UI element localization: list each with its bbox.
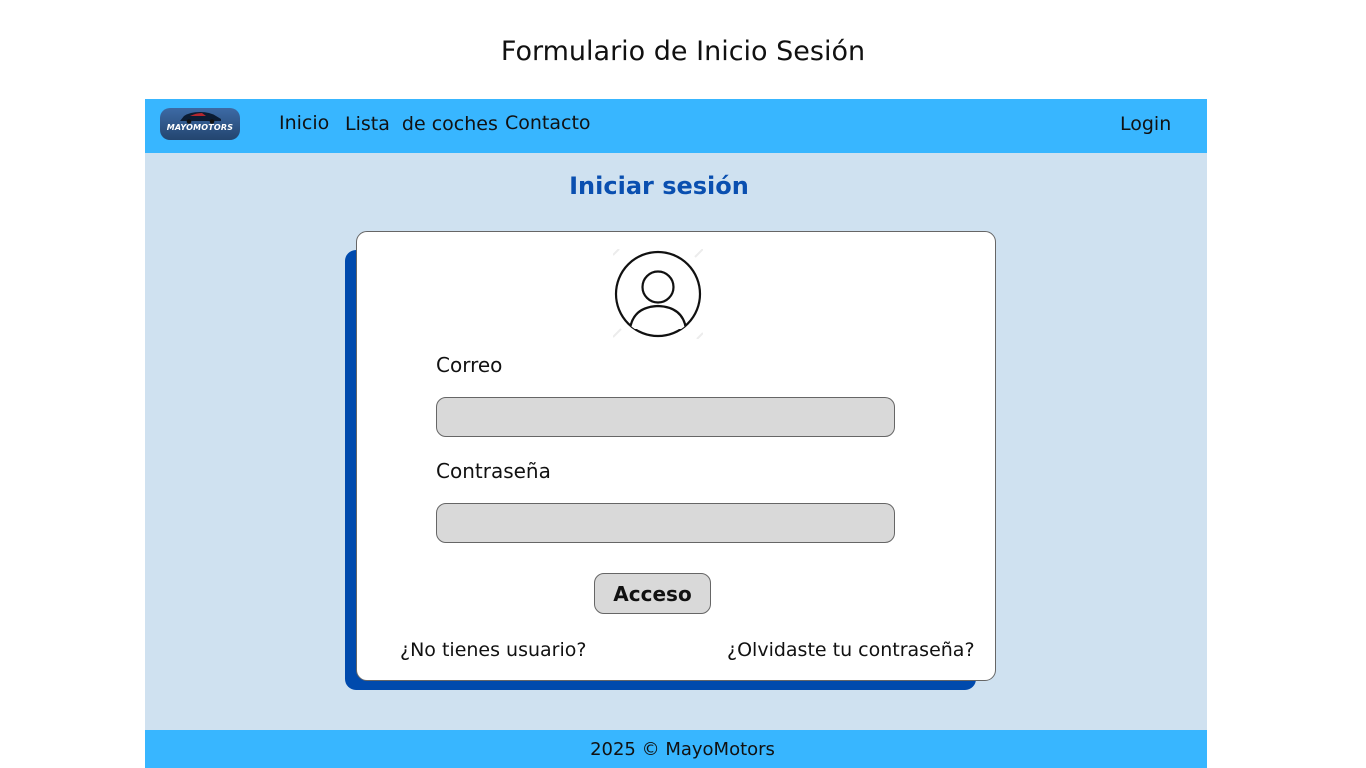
nav-link-login[interactable]: Login xyxy=(1120,113,1171,135)
app-frame: MAYOMOTORS Inicio Lista de coches Contac… xyxy=(145,99,1207,768)
navbar: MAYOMOTORS Inicio Lista de coches Contac… xyxy=(145,99,1207,153)
email-label: Correo xyxy=(436,353,503,377)
password-label: Contraseña xyxy=(436,459,551,483)
email-field[interactable] xyxy=(436,397,895,437)
logo-text: MAYOMOTORS xyxy=(166,123,234,132)
register-link[interactable]: ¿No tienes usuario? xyxy=(400,639,586,661)
nav-link-contacto[interactable]: Contacto xyxy=(505,112,591,134)
user-circle-icon xyxy=(613,249,703,339)
footer: 2025 © MayoMotors xyxy=(145,730,1207,768)
nav-link-inicio[interactable]: Inicio xyxy=(279,112,329,134)
brand-logo[interactable]: MAYOMOTORS xyxy=(160,108,240,140)
page-heading: Formulario de Inicio Sesión xyxy=(500,36,866,67)
login-card: Correo Contraseña Acceso ¿No tienes usua… xyxy=(356,231,996,681)
password-field[interactable] xyxy=(436,503,895,543)
login-submit-button[interactable]: Acceso xyxy=(594,573,711,614)
footer-copyright: 2025 © MayoMotors xyxy=(590,739,775,760)
forgot-password-link[interactable]: ¿Olvidaste tu contraseña? xyxy=(727,639,975,661)
car-icon xyxy=(180,112,221,124)
login-title: Iniciar sesión xyxy=(569,172,749,200)
nav-link-lista-coches[interactable]: Lista de coches xyxy=(345,113,498,135)
